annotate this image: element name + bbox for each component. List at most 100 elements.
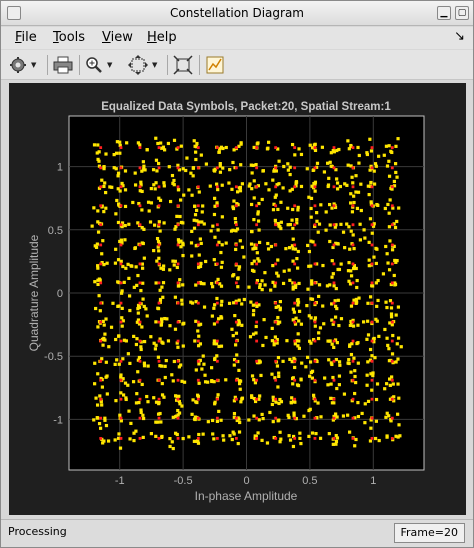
data-symbol <box>392 273 396 278</box>
data-symbol <box>261 416 265 421</box>
data-symbol <box>181 221 185 225</box>
data-symbol <box>212 258 216 262</box>
menu-file[interactable]: File <box>15 30 37 45</box>
highlight-button[interactable] <box>205 54 225 76</box>
reference-point <box>215 301 219 305</box>
data-symbol <box>164 359 168 363</box>
data-symbol <box>98 426 103 430</box>
data-symbol <box>328 223 332 227</box>
data-symbol <box>266 241 270 246</box>
data-symbol <box>111 301 115 305</box>
zoom-button[interactable]: ▼ <box>85 54 112 76</box>
data-symbol <box>203 380 208 384</box>
data-symbol <box>328 239 332 244</box>
fit-axes-button[interactable]: ▼ <box>128 54 157 76</box>
data-symbol <box>374 317 378 321</box>
data-symbol <box>122 280 126 284</box>
data-symbol <box>358 238 363 242</box>
data-symbol <box>123 381 128 385</box>
print-button[interactable] <box>53 54 73 76</box>
constellation-plot[interactable]: Equalized Data Symbols, Packet:20, Spati… <box>9 83 466 515</box>
data-symbol <box>219 418 223 422</box>
data-symbol <box>337 267 342 272</box>
autoscale-button[interactable] <box>173 54 193 76</box>
data-symbol <box>98 394 102 398</box>
reference-point <box>332 416 336 420</box>
data-symbol <box>197 432 201 437</box>
data-symbol <box>376 298 380 303</box>
reference-point <box>293 166 297 170</box>
data-symbol <box>312 143 316 147</box>
data-symbol <box>160 319 164 324</box>
data-symbol <box>211 224 215 228</box>
reference-point <box>157 243 161 247</box>
data-symbol <box>209 229 213 233</box>
reference-point <box>370 262 374 266</box>
data-symbol <box>315 161 320 165</box>
reference-point <box>234 320 238 324</box>
data-symbol <box>315 219 319 223</box>
data-symbol <box>208 184 212 188</box>
data-symbol <box>274 169 278 173</box>
y-tick-label: 0.5 <box>48 225 63 237</box>
reference-point <box>293 262 297 266</box>
data-symbol <box>352 266 356 271</box>
reference-point <box>234 166 238 170</box>
reference-point <box>390 359 394 363</box>
data-symbol <box>354 437 358 442</box>
data-symbol <box>194 319 198 323</box>
data-symbol <box>172 359 176 364</box>
data-symbol <box>352 200 356 205</box>
minimize-icon[interactable]: ▁ <box>437 6 451 20</box>
reference-point <box>119 359 123 363</box>
data-symbol <box>146 364 150 368</box>
data-symbol <box>147 209 151 213</box>
data-symbol <box>331 375 335 380</box>
menu-tools[interactable]: Tools <box>53 30 85 45</box>
reference-point <box>196 166 200 170</box>
data-symbol <box>193 339 197 343</box>
data-symbol <box>148 220 153 224</box>
data-symbol <box>96 143 100 147</box>
data-symbol <box>118 413 122 417</box>
reference-point <box>332 281 336 285</box>
data-symbol <box>152 396 156 400</box>
reference-point <box>176 262 180 266</box>
data-symbol <box>172 183 176 187</box>
data-symbol <box>308 360 313 364</box>
data-symbol <box>327 176 331 180</box>
data-symbol <box>156 307 161 311</box>
data-symbol <box>366 301 370 305</box>
data-symbol <box>212 342 216 346</box>
data-symbol <box>348 430 352 434</box>
data-symbol <box>237 186 241 190</box>
settings-button[interactable]: ▼ <box>9 54 36 76</box>
reference-point <box>196 223 200 227</box>
data-symbol <box>237 368 241 372</box>
data-symbol <box>282 164 286 169</box>
data-symbol <box>122 393 126 397</box>
data-symbol <box>97 159 101 163</box>
data-symbol <box>316 336 321 341</box>
reference-point <box>370 397 374 401</box>
menu-help[interactable]: Help <box>147 30 177 45</box>
data-symbol <box>237 320 241 324</box>
menu-view[interactable]: View <box>102 30 133 45</box>
undock-icon[interactable]: ↘ <box>454 29 465 44</box>
data-symbol <box>187 188 191 192</box>
data-symbol <box>171 446 175 451</box>
maximize-icon[interactable]: ▢ <box>455 6 469 20</box>
data-symbol <box>232 199 236 203</box>
data-symbol <box>179 239 183 243</box>
data-symbol <box>192 218 196 222</box>
data-symbol <box>227 301 232 305</box>
data-symbol <box>320 145 324 149</box>
data-symbol <box>335 415 339 419</box>
data-symbol <box>210 314 214 318</box>
data-symbol <box>145 394 149 399</box>
reference-point <box>274 262 278 266</box>
data-symbol <box>277 371 281 375</box>
data-symbol <box>281 359 285 363</box>
data-symbol <box>194 400 198 404</box>
data-symbol <box>370 231 374 235</box>
